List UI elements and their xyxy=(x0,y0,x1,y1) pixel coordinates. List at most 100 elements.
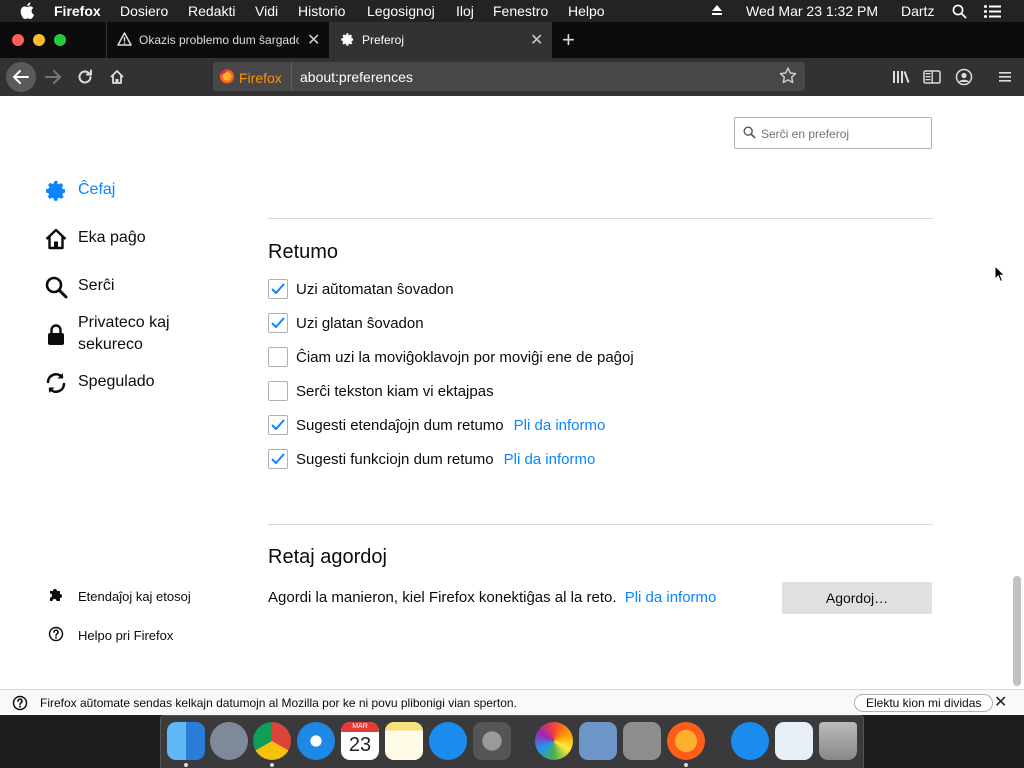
hamburger-menu-icon[interactable] xyxy=(992,65,1018,89)
tab-title: Preferoj xyxy=(362,33,405,47)
reload-button[interactable] xyxy=(72,65,98,89)
notification-center-icon[interactable] xyxy=(984,5,1001,21)
category-label: Serĉi xyxy=(78,277,115,294)
chrome-icon[interactable] xyxy=(253,722,291,760)
checkbox-checked[interactable] xyxy=(268,415,288,435)
launchpad-icon[interactable] xyxy=(210,722,248,760)
back-button[interactable] xyxy=(6,62,36,92)
app-store-folder-icon[interactable] xyxy=(731,722,769,760)
library-icon[interactable] xyxy=(888,65,914,89)
search-input[interactable] xyxy=(761,124,926,144)
notification-message: Firefox aŭtomate sendas kelkajn datumojn… xyxy=(40,696,517,710)
category-home[interactable]: Eka paĝo xyxy=(44,227,218,251)
sidebar-toggle-icon[interactable] xyxy=(919,65,945,89)
section-divider xyxy=(268,218,933,219)
account-icon[interactable] xyxy=(951,65,977,89)
home-button[interactable] xyxy=(104,65,130,89)
checkbox-unchecked[interactable] xyxy=(268,381,288,401)
option-caret-browsing[interactable]: Ĉiam uzi la moviĝoklavojn por moviĝi ene… xyxy=(268,347,634,367)
bookmark-star-icon[interactable] xyxy=(779,67,797,89)
running-indicator xyxy=(184,763,188,767)
menu-window[interactable]: Fenestro xyxy=(493,3,548,19)
calendar-month: MAR xyxy=(341,722,379,732)
option-smooth-scroll[interactable]: Uzi glatan ŝovadon xyxy=(268,313,424,333)
forward-button[interactable] xyxy=(40,65,66,89)
lock-icon xyxy=(44,323,68,347)
extensions-themes-link[interactable]: Etendaĵoj kaj etosoj xyxy=(48,587,191,606)
menu-bookmarks[interactable]: Legosignoj xyxy=(367,3,435,19)
option-label: Ĉiam uzi la moviĝoklavojn por moviĝi ene… xyxy=(296,348,634,366)
menu-tools[interactable]: Iloj xyxy=(456,3,474,19)
window-minimize-button[interactable] xyxy=(33,34,45,46)
menu-help[interactable]: Helpo xyxy=(568,3,605,19)
page-scrollbar[interactable] xyxy=(1013,576,1021,686)
photos-icon[interactable] xyxy=(535,722,573,760)
menu-clock[interactable]: Wed Mar 23 1:32 PM xyxy=(746,3,878,19)
close-tab-icon[interactable]: ✕ xyxy=(530,30,543,50)
learn-more-link[interactable]: Pli da informo xyxy=(625,589,717,606)
new-tab-icon[interactable]: + xyxy=(562,27,575,53)
option-label: Uzi aŭtomatan ŝovadon xyxy=(296,280,454,298)
menu-app-name[interactable]: Firefox xyxy=(54,3,101,19)
close-icon[interactable]: ✕ xyxy=(994,692,1007,712)
checkbox-checked[interactable] xyxy=(268,449,288,469)
learn-more-link[interactable]: Pli da informo xyxy=(504,451,596,468)
option-label: Sugesti funkciojn dum retumo xyxy=(296,450,494,468)
warning-icon xyxy=(117,32,132,49)
category-general[interactable]: Ĉefaj xyxy=(44,179,218,203)
window-zoom-button[interactable] xyxy=(54,34,66,46)
close-tab-icon[interactable]: ✕ xyxy=(307,30,320,50)
finder-icon[interactable] xyxy=(167,722,205,760)
notes-icon[interactable] xyxy=(385,722,423,760)
network-settings-button[interactable]: Agordoj… xyxy=(782,582,932,614)
spotlight-icon[interactable] xyxy=(952,4,967,22)
tab-preferences[interactable]: Preferoj ✕ xyxy=(330,22,552,58)
category-sync[interactable]: Spegulado xyxy=(44,371,218,395)
puzzle-icon xyxy=(48,587,64,606)
checkbox-checked[interactable] xyxy=(268,279,288,299)
network-heading: Retaj agordoj xyxy=(268,546,387,568)
category-search[interactable]: Serĉi xyxy=(44,275,218,299)
identity-box[interactable]: Firefox xyxy=(219,68,282,87)
app-store-icon[interactable] xyxy=(429,722,467,760)
apple-menu-icon[interactable] xyxy=(20,2,34,22)
url-text[interactable]: about:preferences xyxy=(300,69,413,85)
menu-file[interactable]: Dosiero xyxy=(120,3,168,19)
url-bar[interactable]: Firefox about:preferences xyxy=(213,62,805,91)
option-recommend-features[interactable]: Sugesti funkciojn dum retumo Pli da info… xyxy=(268,449,595,469)
category-privacy[interactable]: Privateco kaj sekureco xyxy=(44,312,218,356)
tab-load-error[interactable]: Okazis problemo dum ŝargado ✕ xyxy=(106,22,330,58)
menu-edit[interactable]: Redakti xyxy=(188,3,235,19)
firefox-icon[interactable] xyxy=(667,722,705,760)
learn-more-link[interactable]: Pli da informo xyxy=(514,417,606,434)
system-preferences-icon[interactable] xyxy=(473,722,511,760)
help-icon xyxy=(48,626,64,645)
window-close-button[interactable] xyxy=(12,34,24,46)
eject-icon[interactable] xyxy=(711,3,723,19)
calendar-icon[interactable]: MAR 23 xyxy=(341,722,379,760)
choose-what-to-share-button[interactable]: Elektu kion mi dividas xyxy=(854,694,994,712)
option-search-on-type[interactable]: Serĉi tekston kiam vi ektajpas xyxy=(268,381,494,401)
gear-icon xyxy=(340,32,355,50)
gear-icon xyxy=(44,179,68,203)
option-autoscroll[interactable]: Uzi aŭtomatan ŝovadon xyxy=(268,279,454,299)
option-recommend-extensions[interactable]: Sugesti etendaĵojn dum retumo Pli da inf… xyxy=(268,415,605,435)
sync-icon xyxy=(44,371,68,395)
firefox-help-link[interactable]: Helpo pri Firefox xyxy=(48,626,173,645)
menu-view[interactable]: Vidi xyxy=(255,3,278,19)
checkbox-checked[interactable] xyxy=(268,313,288,333)
menu-user[interactable]: Dartz xyxy=(901,3,934,19)
running-indicator xyxy=(684,763,688,767)
checkbox-unchecked[interactable] xyxy=(268,347,288,367)
downloads-icon[interactable] xyxy=(775,722,813,760)
safari-icon[interactable] xyxy=(297,722,335,760)
preview-icon[interactable] xyxy=(579,722,617,760)
trash-icon[interactable] xyxy=(819,722,857,760)
firefox-logo-icon xyxy=(219,68,235,87)
preferences-page: Ĉefaj Eka paĝo Serĉi Privateco kaj sekur… xyxy=(0,96,1024,689)
menu-history[interactable]: Historio xyxy=(298,3,345,19)
option-label: Uzi glatan ŝovadon xyxy=(296,314,424,332)
preferences-search[interactable] xyxy=(734,117,932,149)
utility-icon[interactable] xyxy=(623,722,661,760)
mouse-cursor xyxy=(994,264,1006,288)
